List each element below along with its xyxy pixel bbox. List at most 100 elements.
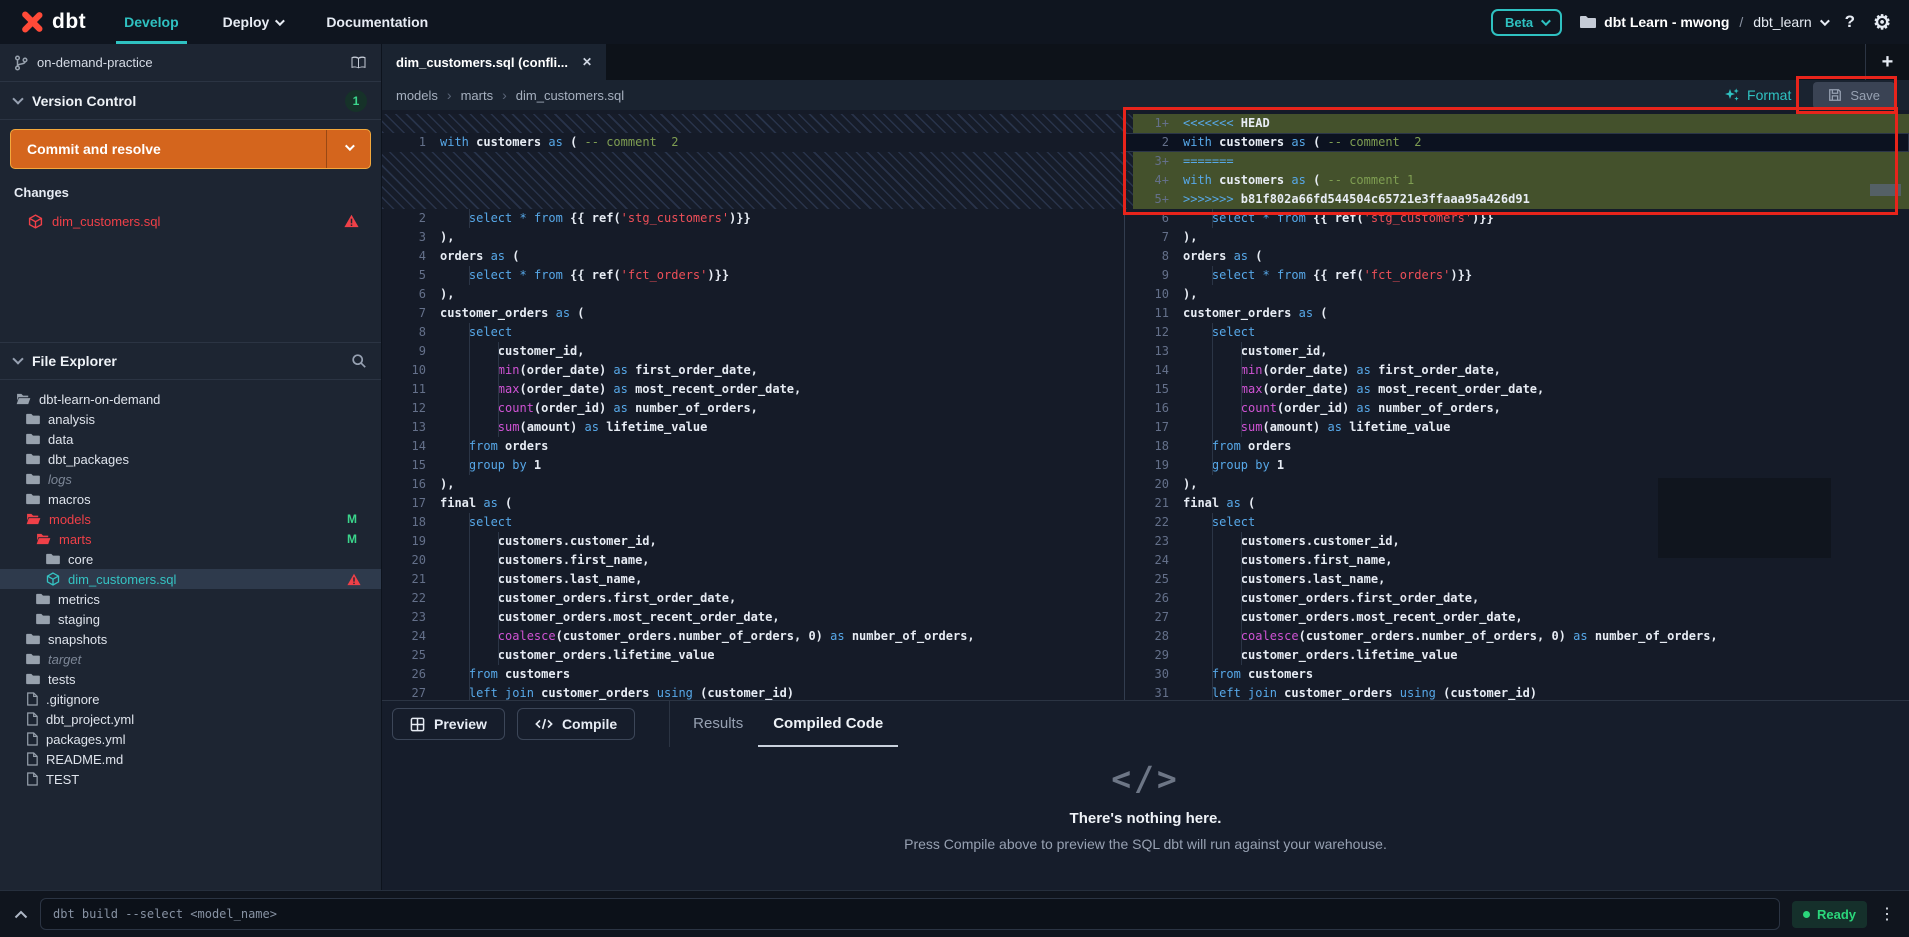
help-button[interactable]: ? [1845, 12, 1855, 32]
breadcrumb: models › marts › dim_customers.sql [396, 87, 624, 103]
version-control-header[interactable]: Version Control 1 [0, 82, 381, 120]
line-number: 25 [390, 646, 426, 665]
tree-item-macros[interactable]: macros [0, 489, 381, 509]
nav-documentation[interactable]: Documentation [322, 0, 432, 44]
code-text: select * from {{ ref('stg_customers')}} [440, 209, 751, 228]
gear-icon[interactable]: ⚙ [1873, 10, 1891, 35]
line-number: 4 [390, 247, 426, 266]
indent-guide [1241, 627, 1242, 646]
tree-item-tests[interactable]: tests [0, 669, 381, 689]
indent-guide [469, 380, 470, 399]
save-button[interactable]: Save [1813, 82, 1895, 109]
branch-selector[interactable]: on-demand-practice [0, 44, 381, 82]
tree-item-dbt-project-yml[interactable]: dbt_project.yml [0, 709, 381, 729]
indent-guide [1212, 418, 1213, 437]
tree-item-dbt-learn-on-demand[interactable]: dbt-learn-on-demand [0, 389, 381, 409]
indent-guide [1212, 532, 1213, 551]
tree-item-staging[interactable]: staging [0, 609, 381, 629]
code-line: 2 select * from {{ ref('stg_customers')}… [382, 209, 1124, 228]
search-icon[interactable] [351, 353, 367, 369]
empty-state: </> There's nothing here. Press Compile … [382, 759, 1909, 852]
tree-item-logs[interactable]: logs [0, 469, 381, 489]
tree-item-readme-md[interactable]: README.md [0, 749, 381, 769]
commit-and-resolve-button[interactable]: Commit and resolve [10, 129, 371, 169]
dbt-ide-app: dbt Develop Deploy Documentation Beta db… [0, 0, 1909, 937]
code-text: <<<<<<< HEAD [1183, 114, 1270, 133]
commit-options-caret[interactable] [326, 130, 370, 168]
tree-item-metrics[interactable]: metrics [0, 589, 381, 609]
indent-guide [1241, 570, 1242, 589]
docs-book-icon[interactable] [350, 55, 367, 70]
git-branch-icon [14, 55, 28, 71]
code-line: 6), [382, 285, 1124, 304]
line-number: 7 [1133, 228, 1169, 247]
code-line: 27 customer_orders.most_recent_order_dat… [1125, 608, 1909, 627]
kebab-menu-icon[interactable]: ⋮ [1879, 904, 1895, 924]
status-badge: Ready [1792, 901, 1867, 928]
version-control-title: Version Control [32, 93, 136, 109]
code-text: customer_orders as ( [440, 304, 585, 323]
tab-results[interactable]: Results [678, 701, 758, 747]
line-number: 2 [390, 209, 426, 228]
project-selector[interactable]: dbt Learn - mwong / dbt_learn [1580, 14, 1827, 30]
new-tab-button[interactable]: + [1865, 44, 1909, 80]
code-line: 11customer_orders as ( [1125, 304, 1909, 323]
code-text: customers.first_name, [440, 551, 650, 570]
format-button[interactable]: Format [1724, 87, 1791, 103]
line-number: 6 [390, 285, 426, 304]
file-icon [26, 752, 38, 766]
tree-item-label: tests [48, 672, 75, 687]
code-text: coalesce(customer_orders.number_of_order… [440, 627, 975, 646]
tree-item-dbt-packages[interactable]: dbt_packages [0, 449, 381, 469]
tab-compiled-code[interactable]: Compiled Code [758, 701, 898, 747]
status-text: Ready [1817, 907, 1856, 922]
tree-item-analysis[interactable]: analysis [0, 409, 381, 429]
line-number: 16 [1133, 399, 1169, 418]
indent-guide [1241, 646, 1242, 665]
preview-button[interactable]: Preview [392, 708, 505, 740]
tree-item-dim-customers-sql[interactable]: dim_customers.sql [0, 569, 381, 589]
indent-guide [498, 342, 499, 361]
indent-guide [469, 627, 470, 646]
tree-item-packages-yml[interactable]: packages.yml [0, 729, 381, 749]
indent-guide [1212, 437, 1213, 456]
tab-dim-customers[interactable]: dim_customers.sql (confli... ✕ [382, 44, 606, 80]
tree-item-test[interactable]: TEST [0, 769, 381, 789]
line-number: 9 [1133, 266, 1169, 285]
code-text: from orders [1183, 437, 1291, 456]
code-text: customer_id, [440, 342, 585, 361]
code-line: 12 select [1125, 323, 1909, 342]
tree-item--gitignore[interactable]: .gitignore [0, 689, 381, 709]
command-input[interactable] [40, 898, 1780, 930]
close-icon[interactable]: ✕ [582, 55, 592, 69]
tree-item-models[interactable]: modelsM [0, 509, 381, 529]
file-explorer-title: File Explorer [32, 353, 117, 369]
line-number: 13 [1133, 342, 1169, 361]
line-number: 4+ [1133, 171, 1169, 190]
tree-item-data[interactable]: data [0, 429, 381, 449]
dbt-logo[interactable]: dbt [18, 8, 86, 36]
compile-button[interactable]: Compile [517, 708, 635, 740]
beta-dropdown[interactable]: Beta [1491, 9, 1562, 36]
code-line: 24 coalesce(customer_orders.number_of_or… [382, 627, 1124, 646]
changed-file-dim-customers[interactable]: dim_customers.sql [0, 208, 381, 234]
code-line: 27 left join customer_orders using (cust… [382, 684, 1124, 700]
minimap-slider[interactable] [1870, 184, 1901, 196]
changed-file-name: dim_customers.sql [52, 214, 160, 229]
nav-deploy[interactable]: Deploy [219, 0, 287, 44]
tree-item-marts[interactable]: martsM [0, 529, 381, 549]
tree-item-core[interactable]: core [0, 549, 381, 569]
line-number: 17 [390, 494, 426, 513]
diff-pane-modified[interactable]: 1+<<<<<<< HEAD2with customers as ( -- co… [1124, 110, 1909, 700]
tree-item-target[interactable]: target [0, 649, 381, 669]
nav-develop[interactable]: Develop [120, 0, 182, 44]
file-explorer-header[interactable]: File Explorer [0, 342, 381, 380]
breadcrumb-chevron: › [447, 87, 452, 103]
chevron-up-icon[interactable] [14, 910, 28, 919]
code-text: from orders [440, 437, 548, 456]
tree-item-snapshots[interactable]: snapshots [0, 629, 381, 649]
line-number: 15 [390, 456, 426, 475]
file-tree: dbt-learn-on-demandanalysisdatadbt_packa… [0, 380, 381, 789]
brand-text: dbt [52, 10, 86, 34]
diff-pane-original[interactable]: 1with customers as ( -- comment 22 selec… [382, 110, 1124, 700]
